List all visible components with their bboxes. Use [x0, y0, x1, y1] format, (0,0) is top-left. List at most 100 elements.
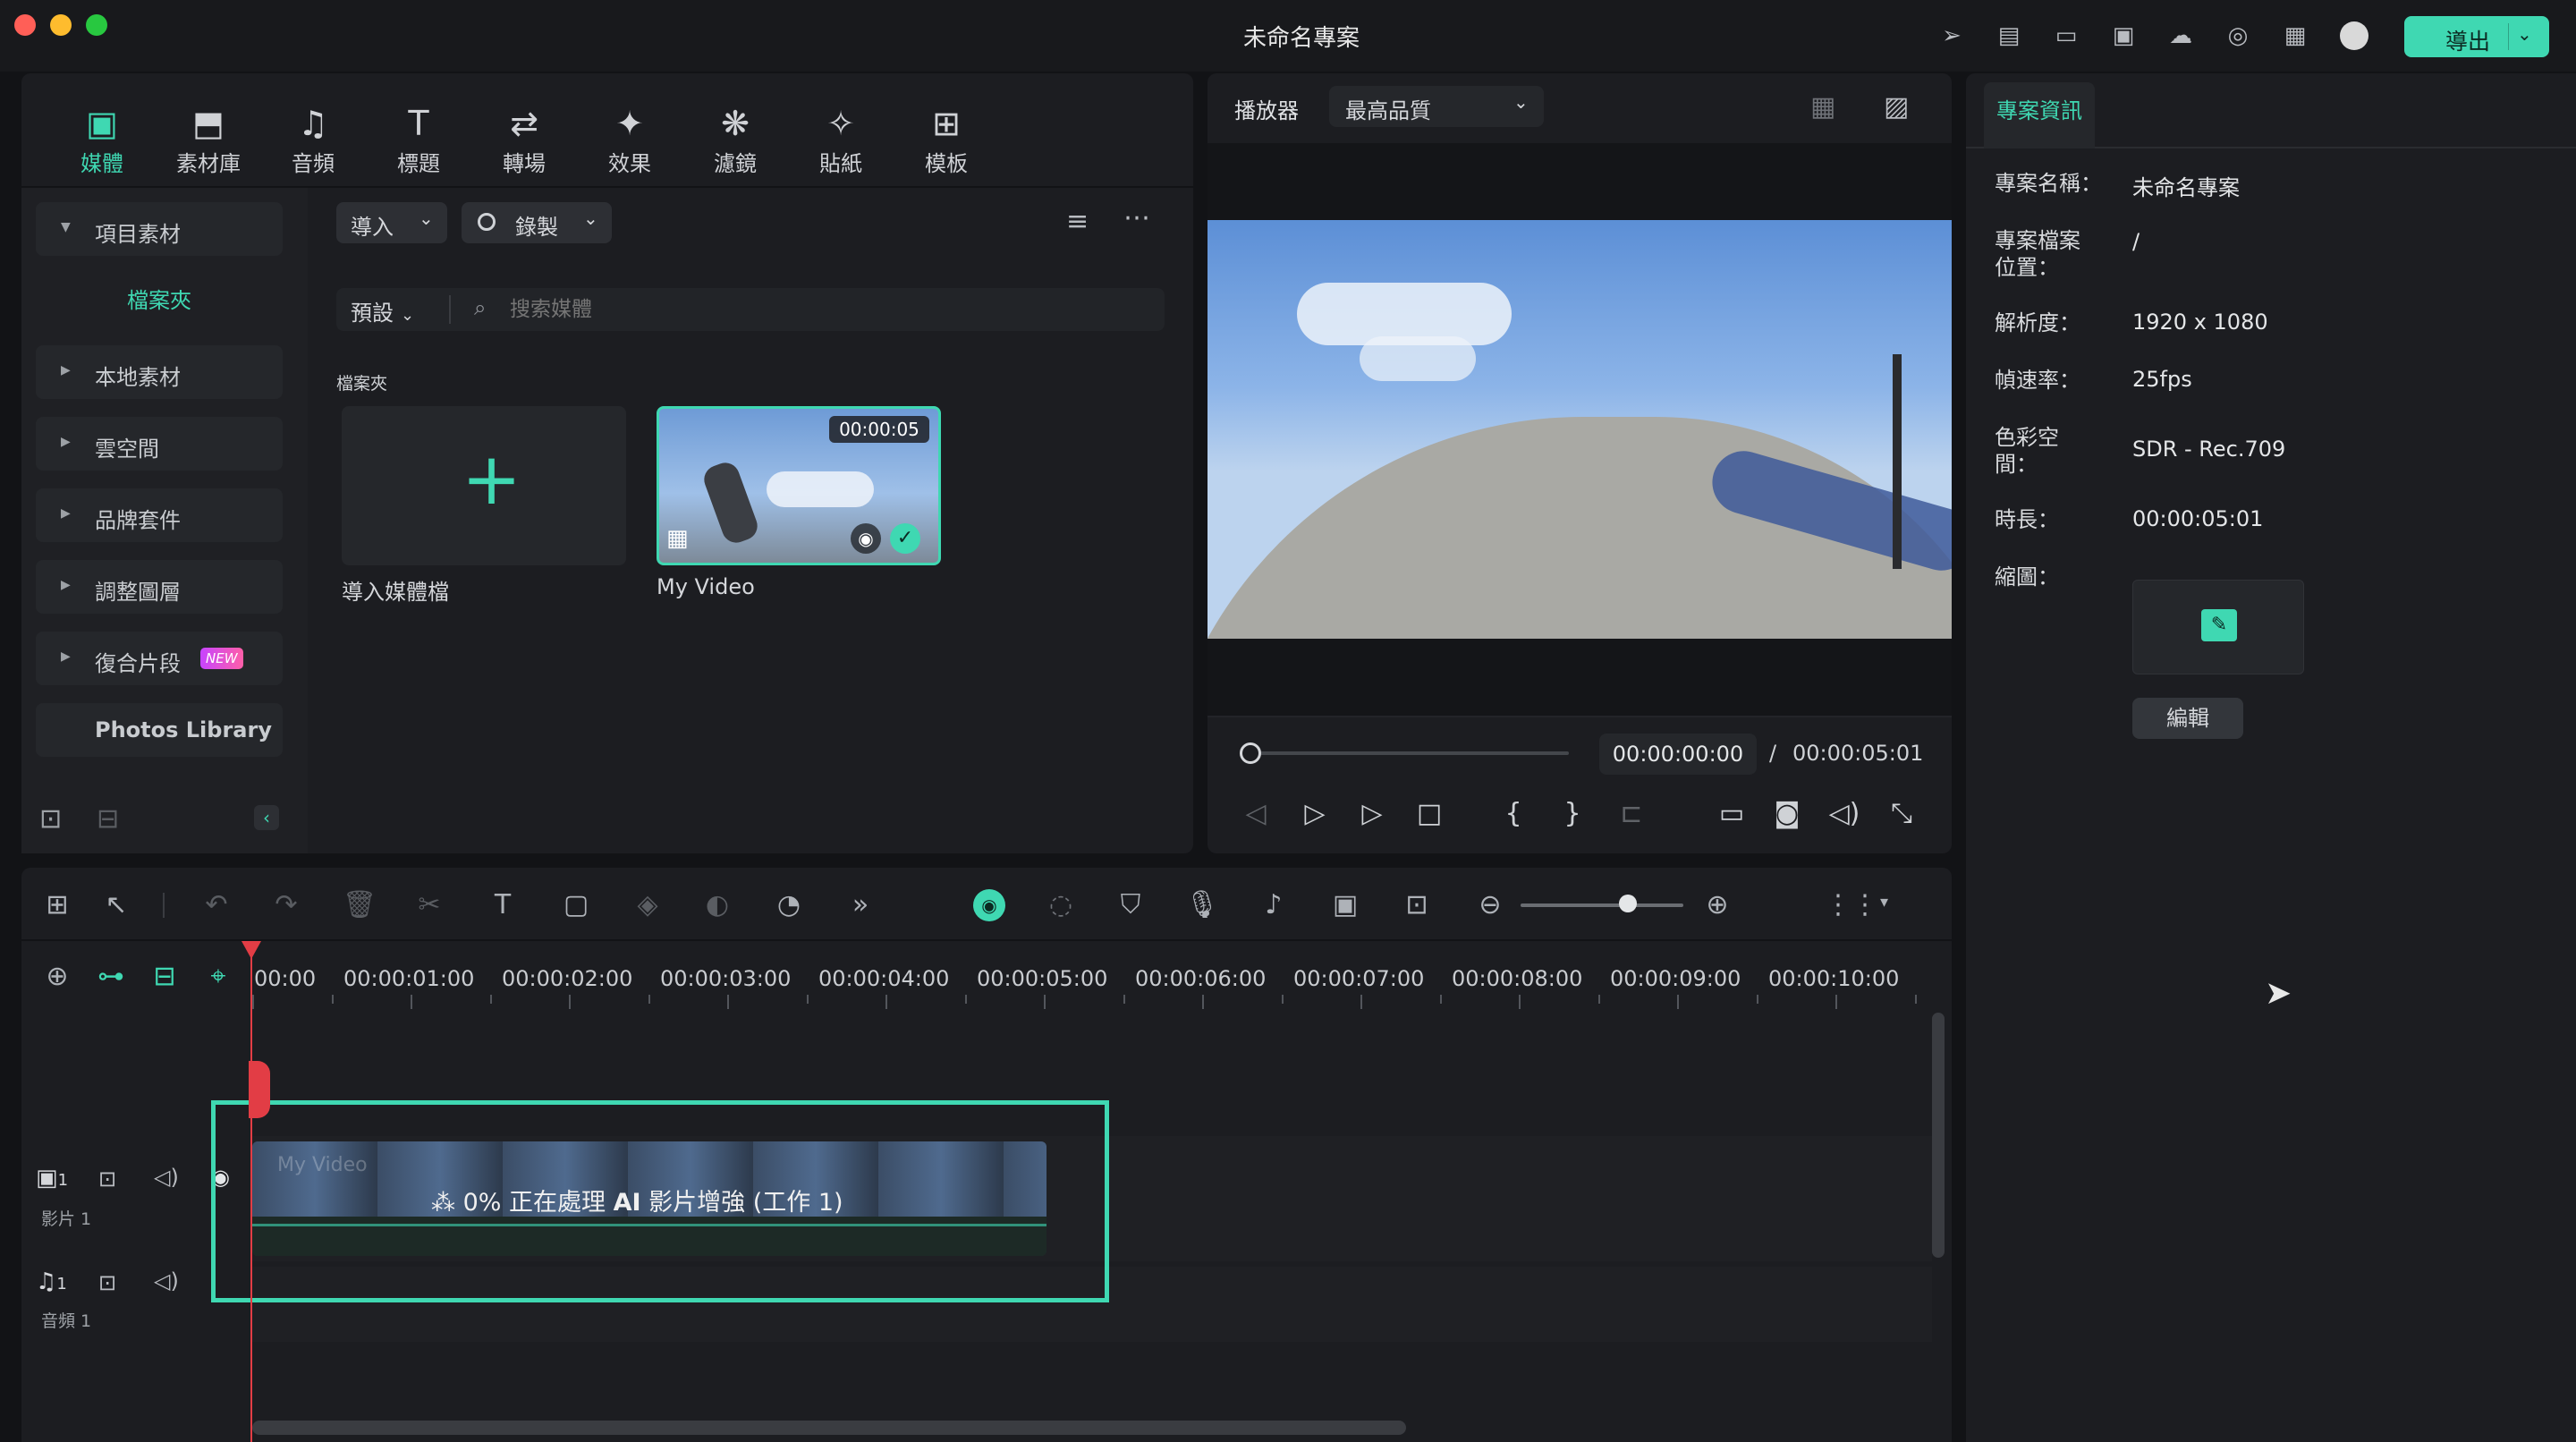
speaker-icon[interactable]: ◁) [154, 1268, 179, 1294]
zoom-in-icon[interactable]: ⊕ [1699, 887, 1735, 923]
new-folder-icon[interactable]: ⊡ [39, 803, 62, 835]
thumbnail-preview[interactable]: ✎ [2132, 580, 2304, 674]
zoom-out-icon[interactable]: ⊖ [1472, 887, 1508, 923]
current-time-field[interactable]: 00:00:00:00 [1599, 734, 1757, 775]
multi-view-icon[interactable]: ▦ [1810, 91, 1835, 123]
import-dropdown[interactable]: 導入 ⌄ [336, 202, 447, 243]
sidebar-item-local-media[interactable]: ▶ 本地素材 [36, 345, 283, 399]
redo-icon[interactable]: ↷ [268, 887, 304, 923]
tab-templates[interactable]: ⊞ 模板 [902, 103, 991, 183]
tab-stickers[interactable]: ✧ 貼紙 [796, 103, 886, 183]
fullscreen-icon[interactable]: ⤡ [1884, 796, 1919, 832]
split-scissors-icon[interactable]: ✂ [411, 887, 447, 923]
horizontal-scrollbar[interactable] [252, 1421, 1406, 1435]
sidebar-item-adjustment-layer[interactable]: ▶ 調整圖層 [36, 560, 283, 614]
select-tool-icon[interactable]: ↖ [98, 887, 134, 923]
camera-snapshot-icon[interactable]: ◙ [1769, 796, 1805, 832]
ai-tools-icon[interactable]: ◔ [771, 887, 807, 923]
apps-grid-icon[interactable]: ▦ [2281, 21, 2309, 50]
lock-icon[interactable]: ⊡ [98, 1166, 116, 1192]
zoom-slider[interactable] [1521, 903, 1683, 907]
tab-project-info[interactable]: 專案資訊 [1984, 82, 2095, 148]
color-palette-icon[interactable]: ◐ [699, 887, 735, 923]
crop-icon[interactable]: ▢ [558, 887, 594, 923]
video-thumbnail[interactable]: 00:00:05 ▦ ◉ ✓ [657, 406, 941, 565]
snap-icon[interactable]: ⌖ [200, 959, 236, 995]
mark-in-icon[interactable]: { [1496, 796, 1531, 832]
close-window-button[interactable] [14, 14, 36, 36]
link-clips-icon[interactable]: ⊶ [93, 959, 129, 995]
avatar[interactable] [2340, 21, 2368, 50]
export-button[interactable]: 導出 ⌄ [2404, 16, 2549, 57]
sidebar-item-cloud[interactable]: ▶ 雲空間 [36, 417, 283, 471]
ai-copilot-icon[interactable]: ◉ [973, 889, 1005, 921]
tab-audio[interactable]: ♫ 音頻 [268, 103, 358, 183]
tab-filters[interactable]: ❋ 濾鏡 [691, 103, 780, 183]
chevron-down-icon[interactable]: ⌄ [2517, 23, 2532, 45]
previous-frame-icon[interactable]: ◁ [1238, 796, 1274, 832]
stop-icon[interactable]: □ [1411, 796, 1447, 832]
search-input[interactable] [510, 292, 1136, 327]
progress-handle[interactable] [1240, 742, 1261, 764]
filter-sort-icon[interactable]: ≡ [1066, 206, 1089, 237]
sidebar-item-compound-clip[interactable]: ▶ 復合片段 NEW [36, 632, 283, 685]
snapshot-preview-icon[interactable]: ▨ [1884, 91, 1909, 123]
sidebar-item-brand-kit[interactable]: ▶ 品牌套件 [36, 488, 283, 542]
import-media-tile[interactable]: + [342, 406, 626, 565]
text-tool-icon[interactable]: T [485, 887, 521, 923]
more-options-icon[interactable]: ⋯ [1123, 202, 1150, 233]
more-tools-icon[interactable]: » [843, 887, 878, 923]
tab-transitions[interactable]: ⇄ 轉場 [479, 103, 569, 183]
delete-folder-icon[interactable]: ⊟ [97, 803, 119, 835]
record-dropdown[interactable]: 錄製 ⌄ [462, 202, 612, 243]
mask-icon[interactable]: ◈ [630, 887, 665, 923]
minimize-window-button[interactable] [50, 14, 72, 36]
save-icon[interactable]: ▣ [2109, 21, 2138, 50]
preset-dropdown[interactable]: 預設 ⌄ [351, 295, 414, 327]
play-icon[interactable]: ▷ [1354, 796, 1390, 832]
playback-progress[interactable] [1241, 751, 1569, 755]
delete-icon[interactable]: 🗑 [342, 887, 377, 923]
zoom-window-button[interactable] [86, 14, 107, 36]
tab-media[interactable]: ▣ 媒體 [57, 103, 147, 183]
collapse-sidebar-button[interactable]: ‹ [254, 805, 279, 830]
sidebar-item-project-media[interactable]: ▼ 項目素材 [36, 202, 283, 256]
insert-icon[interactable]: ⊏ [1614, 796, 1649, 832]
sidebar-item-folder[interactable]: 檔案夾 [36, 274, 283, 327]
auto-highlight-icon[interactable]: ◌ [1043, 887, 1079, 923]
undo-icon[interactable]: ↶ [199, 887, 234, 923]
speaker-icon[interactable]: ◁) [154, 1165, 179, 1190]
tab-titles[interactable]: T 標題 [374, 103, 463, 183]
next-frame-icon[interactable]: ▷ [1297, 796, 1333, 832]
preview-frame[interactable] [1208, 220, 1952, 639]
mark-out-icon[interactable]: } [1555, 796, 1590, 832]
layout-grid-icon[interactable]: ⊞ [39, 887, 75, 923]
magnetic-track-icon[interactable]: ⊟ [147, 959, 182, 995]
chevron-down-icon[interactable]: ▾ [1880, 893, 1888, 912]
video-track-icon: ▣1 [36, 1165, 69, 1192]
zoom-slider-handle[interactable] [1619, 895, 1637, 912]
microphone-icon[interactable]: 🎙 [1184, 887, 1220, 923]
add-track-icon[interactable]: ⊕ [39, 959, 75, 995]
layout-icon[interactable]: ▭ [2052, 21, 2080, 50]
project-settings-icon[interactable]: ▤ [1995, 21, 2023, 50]
playhead-line[interactable] [250, 941, 252, 1442]
playhead-marker[interactable] [249, 1061, 270, 1118]
tab-effects[interactable]: ✦ 效果 [585, 103, 674, 183]
marker-icon[interactable]: ⛉ [1113, 887, 1148, 923]
lock-icon[interactable]: ⊡ [98, 1270, 116, 1295]
volume-icon[interactable]: ◁) [1826, 796, 1862, 832]
sidebar-item-photos-library[interactable]: Photos Library [36, 703, 283, 757]
render-preview-icon[interactable]: ▣ [1327, 887, 1363, 923]
cloud-upload-icon[interactable]: ☁ [2166, 21, 2195, 50]
display-settings-icon[interactable]: ▭ [1714, 796, 1750, 832]
tab-stock-library[interactable]: ⬒ 素材庫 [164, 103, 253, 183]
edit-thumbnail-button[interactable]: 編輯 [2132, 698, 2243, 739]
support-headset-icon[interactable]: ◎ [2224, 21, 2252, 50]
track-settings-icon[interactable]: ⋮⋮ [1825, 887, 1878, 923]
audio-mixer-icon[interactable]: ♪ [1256, 887, 1292, 923]
send-feedback-icon[interactable]: ➢ [1937, 21, 1966, 50]
quality-dropdown[interactable]: 最高品質 ⌄ [1329, 86, 1544, 127]
vertical-scrollbar[interactable] [1932, 1013, 1945, 1258]
fit-timeline-icon[interactable]: ⊡ [1399, 887, 1435, 923]
